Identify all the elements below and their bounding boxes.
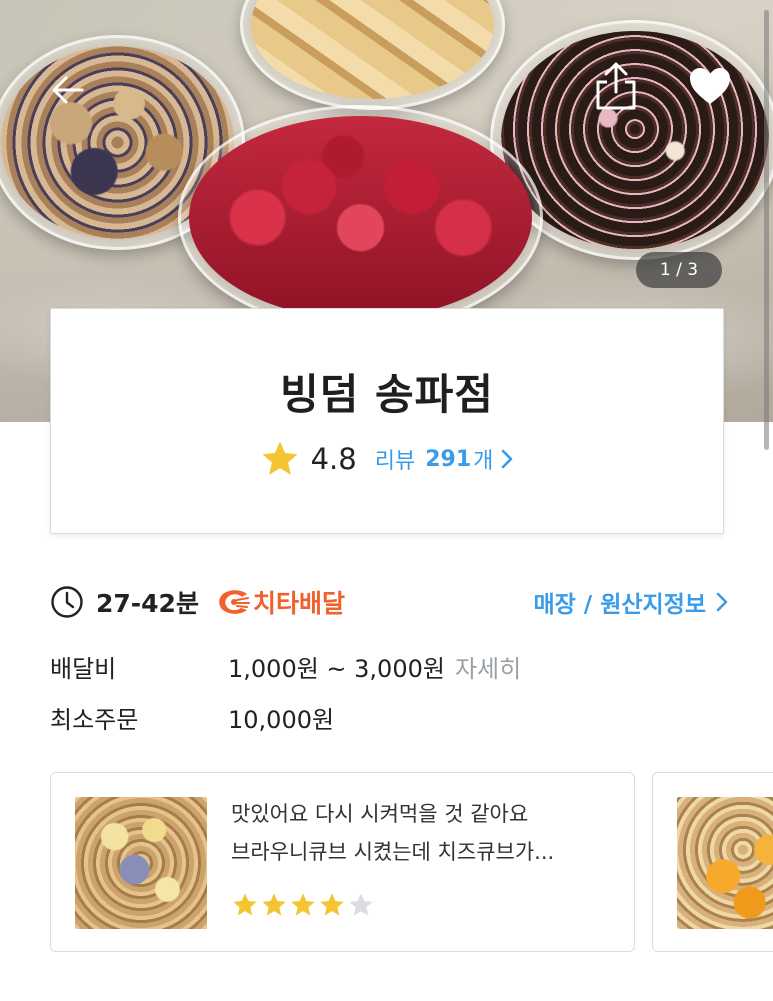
chevron-right-icon xyxy=(716,592,728,612)
scrollbar[interactable] xyxy=(764,10,769,450)
back-button[interactable] xyxy=(48,70,88,110)
store-info-card: 빙덤 송파점 4.8 리뷰 291 개 xyxy=(50,308,724,534)
heart-icon xyxy=(690,68,730,104)
store-name: 빙덤 송파점 xyxy=(280,370,494,419)
review-label: 리뷰 xyxy=(374,449,416,474)
cheetah-logo-icon xyxy=(219,590,250,614)
image-page-counter: 1 / 3 xyxy=(636,252,722,288)
share-button[interactable] xyxy=(592,60,640,112)
share-icon xyxy=(596,62,636,110)
delivery-fee-label: 배달비 xyxy=(50,654,117,683)
rating-row: 4.8 리뷰 291 개 xyxy=(51,439,723,479)
back-arrow-icon xyxy=(52,76,84,104)
star-filled-icon xyxy=(262,893,286,916)
min-order-row: 최소주문 10,000원 xyxy=(50,699,334,735)
star-icon xyxy=(262,441,298,475)
review-star-rating xyxy=(231,891,376,919)
store-origin-info-link[interactable]: 매장 / 원산지정보 xyxy=(533,582,730,622)
review-card[interactable]: 맛있어요 다시 시켜먹을 것 같아요 브라우니큐브 시켰는데 치즈큐브가... xyxy=(50,772,635,952)
review-text-line2: 브라우니큐브 시켰는데 치즈큐브가... xyxy=(231,840,555,864)
store-origin-info-label: 매장 / 원산지정보 xyxy=(533,592,706,618)
rating-value: 4.8 xyxy=(310,442,357,476)
review-photo xyxy=(677,797,773,929)
review-count-unit: 개 xyxy=(473,449,494,474)
star-filled-icon xyxy=(291,893,315,916)
delivery-eta: 27-42분 xyxy=(96,589,199,618)
cheetah-delivery-badge: 치타배달 xyxy=(252,589,345,618)
review-count: 291 xyxy=(425,446,472,472)
delivery-meta-row: 27-42분 치타배달 매장 / 원산지정보 xyxy=(50,582,730,622)
star-empty-icon xyxy=(349,893,373,916)
review-photo xyxy=(75,797,207,929)
min-order-label: 최소주문 xyxy=(50,705,139,734)
delivery-fee-value: 1,000원 ~ 3,000원 xyxy=(228,654,445,683)
star-filled-icon xyxy=(233,893,257,916)
favorite-button[interactable] xyxy=(688,66,732,106)
chevron-right-icon xyxy=(502,449,513,469)
review-card[interactable] xyxy=(652,772,773,952)
star-filled-icon xyxy=(320,893,344,916)
min-order-value: 10,000원 xyxy=(228,705,335,734)
review-text-line1: 맛있어요 다시 시켜먹을 것 같아요 xyxy=(231,802,529,826)
review-link[interactable]: 리뷰 291 개 xyxy=(375,443,516,475)
review-text: 맛있어요 다시 시켜먹을 것 같아요 브라우니큐브 시켰는데 치즈큐브가... xyxy=(231,795,621,871)
delivery-fee-row: 배달비 1,000원 ~ 3,000원 자세히 xyxy=(50,648,521,684)
delivery-fee-detail-link[interactable]: 자세히 xyxy=(455,649,521,684)
clock-icon xyxy=(51,586,83,618)
strawberry-bowl-image xyxy=(178,105,543,330)
